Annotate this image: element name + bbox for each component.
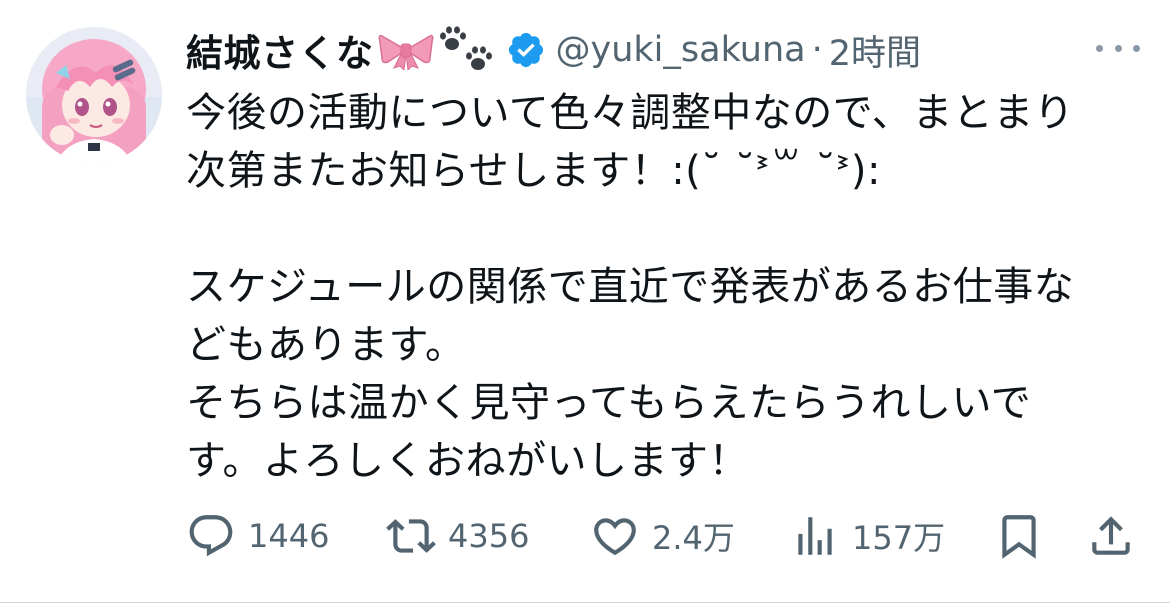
views-icon [798, 517, 832, 555]
like-count: 2.4万 [652, 519, 735, 557]
action-bar: 1446 4356 2.4万 157万 [186, 508, 1146, 564]
tweet-timestamp[interactable]: 2時間 [829, 25, 921, 76]
avatar[interactable] [26, 27, 162, 163]
retweet-icon [386, 519, 436, 553]
share-icon [1092, 516, 1130, 555]
author-handle[interactable]: @yuki_sakuna [556, 30, 806, 70]
share-button[interactable] [1086, 508, 1136, 564]
like-button[interactable]: 2.4万 [590, 508, 735, 564]
divider [0, 602, 1170, 603]
paw-prints-emoji [439, 26, 492, 70]
display-name[interactable]: 結城さくな [186, 23, 374, 77]
retweet-count: 4356 [448, 517, 530, 555]
bookmark-button[interactable] [994, 508, 1044, 564]
avatar-image [26, 27, 162, 163]
more-dot [1114, 44, 1122, 52]
retweet-button[interactable]: 4356 [386, 508, 529, 564]
views-button[interactable]: 157万 [790, 508, 945, 564]
heart-icon [594, 518, 636, 556]
bookmark-icon [1002, 515, 1036, 559]
reply-button[interactable]: 1446 [186, 508, 329, 564]
reply-icon [189, 515, 233, 557]
more-icon[interactable] [1096, 36, 1140, 60]
view-count: 157万 [852, 519, 946, 557]
more-dot [1096, 44, 1103, 52]
more-dot [1133, 44, 1140, 52]
tweet-header: 結城さくな @yuki_sakuna · 2時間 [186, 18, 921, 82]
tweet-text: 今後の活動について色々調整中なので、まとまり 次第またお知らせします！:(˘ ˘… [186, 90, 1075, 484]
reply-count: 1446 [248, 517, 330, 555]
ribbon-emoji [378, 34, 433, 70]
separator-dot: · [811, 30, 823, 70]
verified-badge-icon [508, 32, 543, 68]
